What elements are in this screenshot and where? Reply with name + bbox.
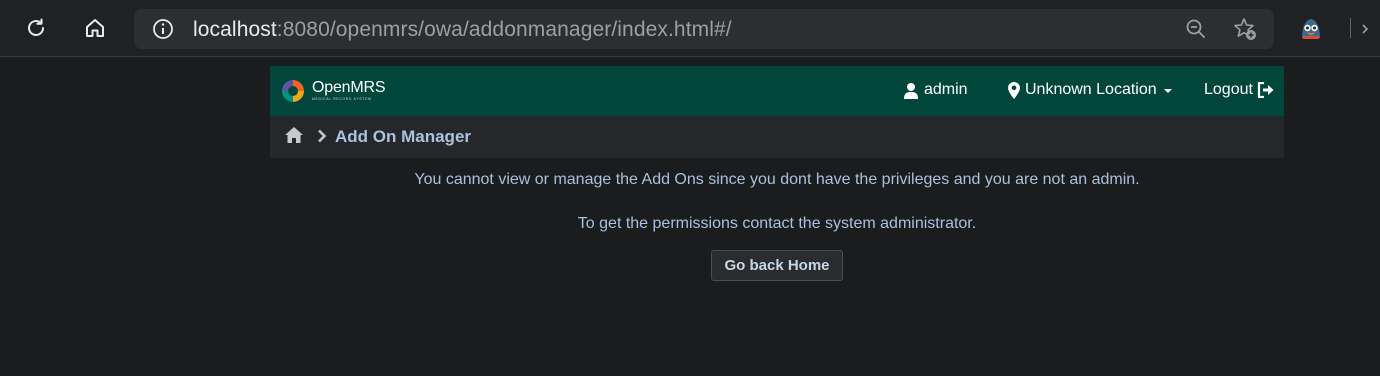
logo-name: OpenMRS <box>312 79 386 97</box>
favorite-add-icon[interactable] <box>1231 15 1259 43</box>
logout-label: Logout <box>1204 81 1253 98</box>
profile-avatar[interactable] <box>1297 14 1325 42</box>
url-host: localhost <box>193 18 277 41</box>
breadcrumb: Add On Manager <box>270 116 1284 158</box>
home-icon[interactable] <box>77 10 113 46</box>
location-menu[interactable]: Unknown Location <box>1008 81 1172 99</box>
user-icon <box>904 82 918 99</box>
toolbar-divider <box>1350 18 1351 38</box>
app-header: OpenMRS MEDICAL RECORD SYSTEM admin Unkn… <box>270 66 1284 116</box>
logo-tagline: MEDICAL RECORD SYSTEM <box>312 97 372 102</box>
sign-out-icon <box>1257 82 1274 98</box>
user-label: admin <box>924 81 968 98</box>
more-chevron-icon[interactable] <box>1362 22 1372 41</box>
location-label: Unknown Location <box>1025 81 1157 98</box>
url-path: :8080/openmrs/owa/addonmanager/index.htm… <box>276 18 732 41</box>
map-marker-icon <box>1008 81 1020 99</box>
url-text[interactable]: localhost:8080/openmrs/owa/addonmanager/… <box>193 18 732 42</box>
chevron-down-icon <box>1163 89 1172 93</box>
breadcrumb-home-icon[interactable] <box>285 127 303 148</box>
zoom-out-icon[interactable] <box>1182 15 1210 43</box>
reload-icon[interactable] <box>18 10 54 46</box>
contact-admin-message: To get the permissions contact the syste… <box>577 215 977 232</box>
user-menu[interactable]: admin <box>903 81 968 99</box>
go-back-home-button[interactable]: Go back Home <box>711 250 843 281</box>
browser-toolbar: localhost:8080/openmrs/owa/addonmanager/… <box>0 0 1380 57</box>
info-icon[interactable] <box>149 15 177 43</box>
breadcrumb-title: Add On Manager <box>335 127 472 146</box>
main-content: You cannot view or manage the Add Ons si… <box>270 171 1284 281</box>
chevron-right-icon <box>317 129 327 148</box>
openmrs-logo-icon <box>282 80 304 102</box>
no-privilege-message: You cannot view or manage the Add Ons si… <box>414 171 1140 188</box>
openmrs-app: OpenMRS MEDICAL RECORD SYSTEM admin Unkn… <box>270 66 1284 281</box>
logout-link[interactable]: Logout <box>1204 81 1275 99</box>
address-bar[interactable]: localhost:8080/openmrs/owa/addonmanager/… <box>134 9 1274 49</box>
openmrs-logo[interactable]: OpenMRS MEDICAL RECORD SYSTEM <box>280 78 385 104</box>
